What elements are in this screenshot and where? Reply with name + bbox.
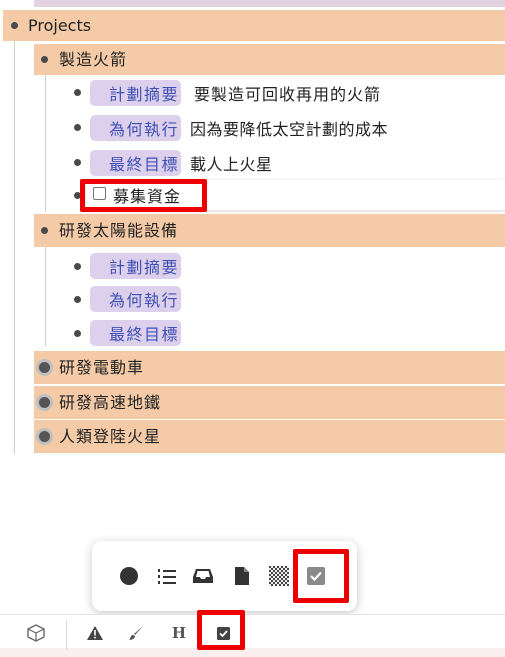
bullet-icon[interactable]: [74, 159, 81, 166]
bullet-icon[interactable]: [74, 263, 81, 270]
brush-icon[interactable]: [124, 622, 148, 644]
heading-icon[interactable]: H: [167, 622, 191, 644]
bullet-icon[interactable]: [117, 564, 141, 588]
inbox-icon[interactable]: [191, 564, 215, 588]
item-text: 要製造可回收再用的火箭: [194, 85, 382, 104]
tag-goal[interactable]: 最終目標: [90, 320, 182, 346]
annotation-box-popup-checkbox: [293, 549, 349, 603]
collapsed-bullet-icon[interactable]: [39, 397, 50, 408]
item-text: 載人上火星: [190, 155, 273, 174]
bullet-icon[interactable]: [74, 296, 81, 303]
outline-item-rocket[interactable]: 製造火箭: [34, 44, 505, 75]
tag-plan-summary[interactable]: 計劃摘要: [90, 80, 182, 106]
outline-guide-child-2: [45, 246, 46, 346]
outline-item-mars[interactable]: 人類登陸火星: [34, 420, 505, 453]
annotation-box-bottom-checkbox: [197, 610, 245, 650]
outline-item-label: Projects: [28, 15, 92, 35]
checkerboard-icon[interactable]: [267, 564, 291, 588]
tag-why[interactable]: 為何執行: [90, 286, 182, 312]
top-strip: [34, 0, 505, 7]
tag-goal[interactable]: 最終目標: [90, 150, 182, 176]
bullet-icon[interactable]: [74, 330, 81, 337]
bullet-icon[interactable]: [41, 56, 48, 63]
outline-item-solar[interactable]: 研發太陽能設備: [34, 214, 505, 247]
outline-item-label: 研發高速地鐵: [59, 392, 162, 412]
annotation-box-task: [80, 179, 207, 212]
outline-item-label: 人類登陸火星: [59, 426, 162, 446]
outline-item-metro[interactable]: 研發高速地鐵: [34, 386, 505, 419]
warning-icon[interactable]: [83, 622, 107, 644]
numbered-list-icon[interactable]: [155, 564, 179, 588]
bottom-strip: [0, 648, 505, 657]
collapsed-bullet-icon[interactable]: [39, 362, 50, 373]
tag-why[interactable]: 為何執行: [90, 115, 182, 141]
bullet-icon[interactable]: [11, 22, 18, 29]
bullet-icon[interactable]: [41, 227, 48, 234]
bullet-icon[interactable]: [74, 89, 81, 96]
outline-item-label: 研發電動車: [59, 357, 145, 377]
outline-item-label: 研發太陽能設備: [59, 220, 179, 240]
outline-item-ev[interactable]: 研發電動車: [34, 351, 505, 384]
outline-item-label: 製造火箭: [59, 49, 128, 69]
outline-item-projects[interactable]: Projects: [3, 10, 505, 41]
collapsed-bullet-icon[interactable]: [39, 431, 50, 442]
item-text: 因為要降低太空計劃的成本: [190, 120, 389, 139]
document-icon[interactable]: [230, 563, 254, 589]
tag-plan-summary[interactable]: 計劃摘要: [90, 253, 182, 279]
outline-guide-child-1: [45, 72, 46, 212]
bullet-icon[interactable]: [74, 124, 81, 131]
outline-guide-root: [14, 38, 15, 454]
toolbar-separator: [66, 620, 67, 650]
heading-glyph: H: [171, 624, 187, 642]
box-icon[interactable]: [24, 622, 48, 644]
